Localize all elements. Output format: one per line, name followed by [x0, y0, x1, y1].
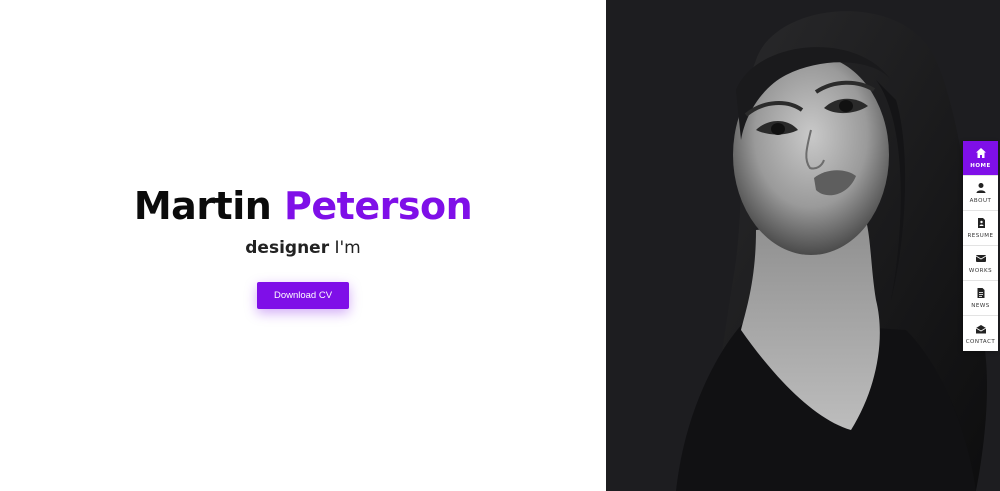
hero-role-rest: I'm	[334, 238, 361, 258]
nav-item-resume[interactable]: RESUME	[963, 211, 998, 246]
portrait-photo	[606, 0, 1000, 491]
nav-label-home: HOME	[970, 163, 991, 169]
hero-first-name: Martin	[133, 184, 272, 228]
works-icon	[975, 255, 986, 262]
download-cv-button[interactable]: Download CV	[257, 282, 349, 309]
nav-label-works: WORKS	[968, 268, 993, 274]
nav-label-news: NEWS	[971, 303, 990, 309]
side-navigation: HOME ABOUT RESUME WORKS NEWS CONTACT	[963, 141, 998, 351]
home-icon	[975, 148, 986, 158]
news-icon	[977, 288, 984, 298]
hero-content: Martin Peterson designer I'm Download CV	[0, 182, 606, 309]
user-icon	[976, 183, 985, 193]
nav-item-news[interactable]: NEWS	[963, 281, 998, 316]
hero-last-name: Peterson	[284, 184, 473, 228]
nav-item-contact[interactable]: CONTACT	[963, 316, 998, 351]
nav-label-contact: CONTACT	[965, 338, 996, 345]
portrait-panel	[606, 0, 1000, 491]
nav-label-resume: RESUME	[967, 233, 994, 239]
intro-section: Martin Peterson designer I'm Download CV	[0, 0, 606, 491]
resume-icon	[977, 218, 985, 228]
hero-role-strong: designer	[245, 238, 330, 258]
nav-item-about[interactable]: ABOUT	[963, 176, 998, 211]
nav-label-about: ABOUT	[969, 198, 992, 204]
hero-name: Martin Peterson	[0, 182, 606, 230]
nav-item-home[interactable]: HOME	[963, 141, 998, 176]
nav-item-works[interactable]: WORKS	[963, 246, 998, 281]
envelope-icon	[975, 324, 986, 333]
hero-role: designer I'm	[0, 238, 606, 258]
